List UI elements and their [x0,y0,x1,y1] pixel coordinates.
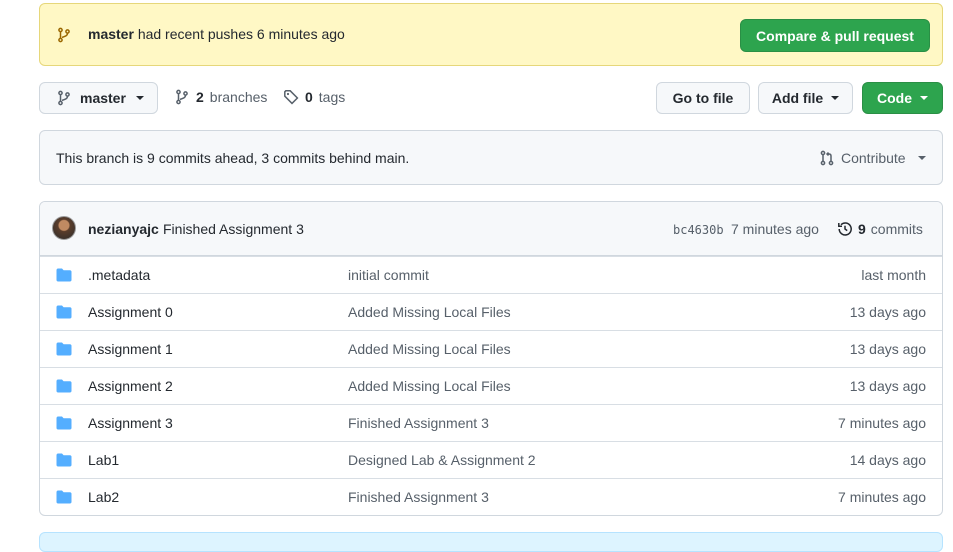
folder-icon [56,342,72,356]
add-file-label: Add file [771,90,824,106]
tags-label: tags [318,89,346,105]
commits-label: commits [870,221,923,237]
tags-link[interactable]: 0 tags [283,89,345,105]
contribute-label: Contribute [841,150,906,166]
recent-push-banner: master had recent pushes 6 minutes ago C… [39,3,943,66]
file-commit-age: 7 minutes ago [838,489,926,505]
latest-commit-message[interactable]: Finished Assignment 3 [163,221,304,237]
file-commit-message[interactable]: Added Missing Local Files [348,304,511,320]
branch-selector-label: master [80,90,126,106]
file-commit-age: 13 days ago [849,378,926,394]
file-name[interactable]: Lab1 [88,452,119,468]
compare-pull-request-button[interactable]: Compare & pull request [740,19,930,52]
file-row[interactable]: Assignment 2 Added Missing Local Files 13 … [40,367,942,404]
readme-notice [39,532,943,552]
file-listing: nezianyajc Finished Assignment 3 bc4630b… [39,201,943,516]
recent-push-text: had recent pushes 6 minutes ago [137,26,345,42]
git-pull-request-icon [819,150,835,166]
folder-icon [56,453,72,467]
folder-icon [56,379,72,393]
file-commit-message[interactable]: Finished Assignment 3 [348,489,489,505]
file-commit-age: 14 days ago [849,452,926,468]
file-commit-message[interactable]: initial commit [348,267,429,283]
branch-compare-box: This branch is 9 commits ahead, 3 commit… [39,130,943,185]
code-label: Code [877,90,912,106]
file-commit-message[interactable]: Added Missing Local Files [348,341,511,357]
file-row[interactable]: Lab2 Finished Assignment 3 7 minutes ago [40,478,942,515]
git-branch-icon [56,90,72,106]
file-name[interactable]: .metadata [88,267,150,283]
commit-author[interactable]: nezianyajc [88,221,159,237]
branch-selector-button[interactable]: master [39,82,158,114]
latest-commit-time: 7 minutes ago [731,221,819,237]
file-name[interactable]: Assignment 3 [88,415,173,431]
folder-icon [56,490,72,504]
file-row[interactable]: Lab1 Designed Lab & Assignment 2 14 days a… [40,441,942,478]
file-commit-age: 7 minutes ago [838,415,926,431]
folder-icon [56,416,72,430]
recent-push-branch[interactable]: master [88,26,134,42]
folder-icon [56,305,72,319]
file-commit-message[interactable]: Finished Assignment 3 [348,415,489,431]
history-icon [837,221,853,237]
chevron-down-icon [135,96,144,100]
file-row[interactable]: Assignment 3 Finished Assignment 3 7 minut… [40,404,942,441]
chevron-down-icon [831,96,840,100]
branches-count: 2 [196,89,204,105]
branches-link[interactable]: 2 branches [174,89,267,105]
file-name[interactable]: Assignment 0 [88,304,173,320]
file-row[interactable]: Assignment 0 Added Missing Local Files 13 … [40,293,942,330]
code-button[interactable]: Code [862,82,943,114]
tag-icon [283,89,299,105]
file-name[interactable]: Assignment 1 [88,341,173,357]
recent-push-message: master had recent pushes 6 minutes ago [88,26,345,42]
git-branch-icon [174,89,190,105]
file-commit-age: 13 days ago [849,304,926,320]
ahead-behind-text: This branch is 9 commits ahead, 3 commit… [56,150,410,166]
file-commit-age: 13 days ago [849,341,926,357]
file-commit-message[interactable]: Added Missing Local Files [348,378,511,394]
avatar[interactable] [52,216,76,240]
file-name[interactable]: Lab2 [88,489,119,505]
branches-label: branches [209,89,268,105]
add-file-button[interactable]: Add file [758,82,853,114]
go-to-file-button[interactable]: Go to file [656,82,750,114]
tags-count: 0 [305,89,313,105]
git-branch-icon [56,27,72,43]
latest-commit-bar: nezianyajc Finished Assignment 3 bc4630b… [40,202,942,256]
file-row[interactable]: .metadata initial commit last month [40,256,942,293]
file-commit-age: last month [861,267,926,283]
commits-count: 9 [858,221,866,237]
commits-history-link[interactable]: 9 commits [837,221,923,237]
contribute-dropdown[interactable]: Contribute [819,150,926,166]
commit-sha[interactable]: bc4630b [673,223,724,237]
file-name[interactable]: Assignment 2 [88,378,173,394]
file-row[interactable]: Assignment 1 Added Missing Local Files 13 … [40,330,942,367]
chevron-down-icon [917,156,926,160]
file-commit-message[interactable]: Designed Lab & Assignment 2 [348,452,536,468]
folder-icon [56,268,72,282]
chevron-down-icon [920,96,928,100]
